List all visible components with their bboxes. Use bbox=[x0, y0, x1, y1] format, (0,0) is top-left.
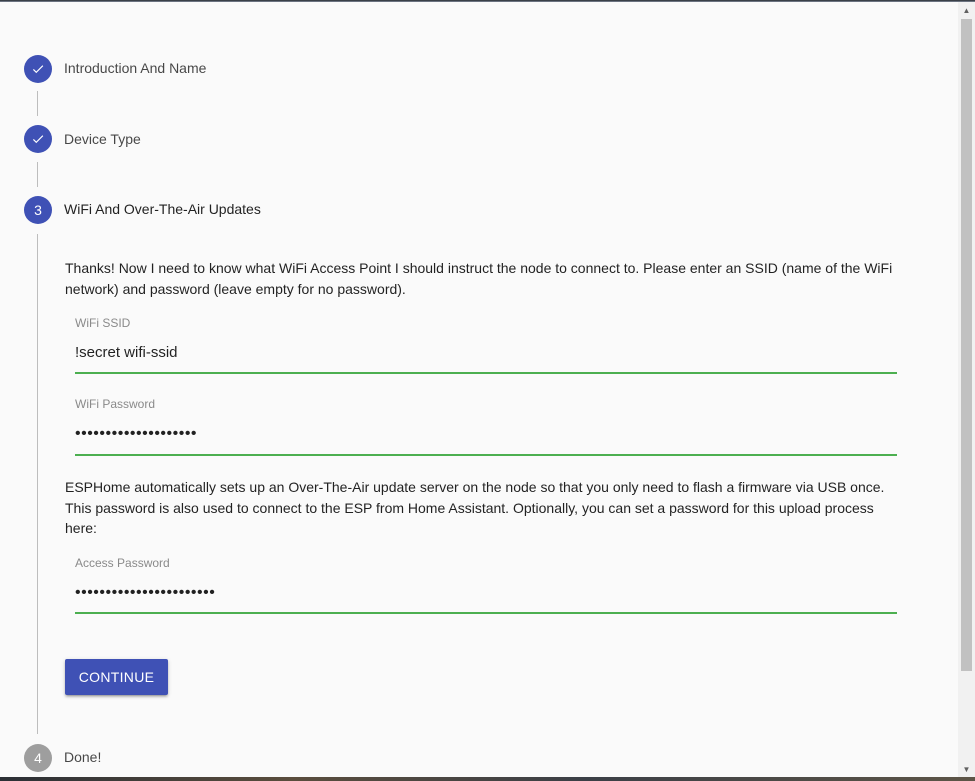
continue-button[interactable]: CONTINUE bbox=[65, 659, 168, 695]
wizard-dialog: Introduction And Name Device Type 3 WiFi… bbox=[0, 1, 975, 778]
wifi-password-label: WiFi Password bbox=[75, 397, 156, 411]
step-connector bbox=[37, 91, 38, 116]
wifi-intro-text: Thanks! Now I need to know what WiFi Acc… bbox=[65, 260, 893, 297]
step-3-number: 3 bbox=[24, 196, 52, 224]
scroll-down-arrow-icon[interactable]: ▼ bbox=[958, 761, 975, 778]
check-icon bbox=[32, 65, 44, 74]
step-4-number: 4 bbox=[24, 744, 52, 772]
step-1-check-icon bbox=[24, 55, 52, 83]
step-connector bbox=[37, 162, 38, 187]
check-icon bbox=[32, 135, 44, 144]
step-2-check-icon bbox=[24, 125, 52, 153]
scroll-up-arrow-icon[interactable]: ▲ bbox=[958, 2, 975, 19]
wifi-password-input[interactable] bbox=[75, 420, 897, 448]
background-strip bbox=[0, 777, 975, 781]
wifi-password-underline bbox=[75, 454, 897, 456]
ssid-input[interactable] bbox=[75, 338, 897, 366]
step-1-title[interactable]: Introduction And Name bbox=[64, 60, 206, 76]
scroll-thumb[interactable] bbox=[961, 19, 972, 671]
access-password-underline bbox=[75, 612, 897, 614]
step-3-title: WiFi And Over-The-Air Updates bbox=[64, 201, 261, 217]
vertical-scrollbar[interactable]: ▲ ▼ bbox=[958, 2, 975, 778]
step-4-title: Done! bbox=[64, 749, 102, 765]
step-2-title[interactable]: Device Type bbox=[64, 131, 141, 147]
ssid-underline bbox=[75, 372, 897, 374]
ota-text: ESPHome automatically sets up an Over-Th… bbox=[65, 479, 885, 536]
access-password-label: Access Password bbox=[75, 556, 170, 570]
access-password-input[interactable] bbox=[75, 579, 897, 607]
ssid-label: WiFi SSID bbox=[75, 316, 131, 330]
step-connector bbox=[37, 234, 38, 734]
